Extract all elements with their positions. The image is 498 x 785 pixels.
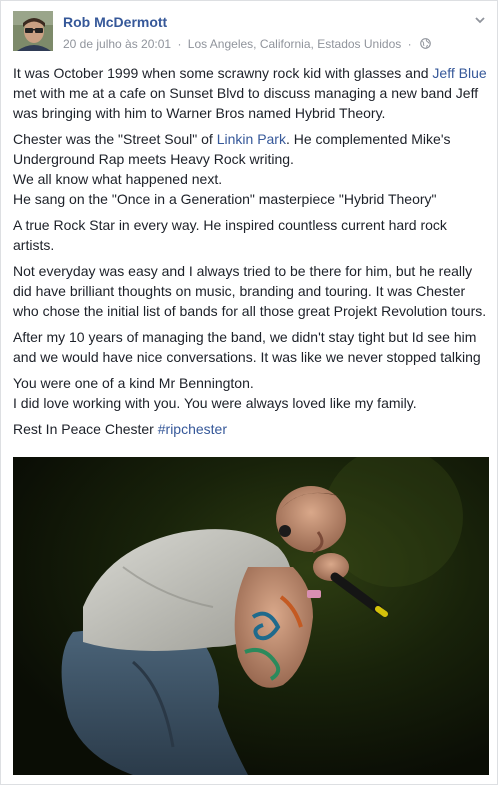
post-photo[interactable]: [13, 457, 489, 775]
avatar[interactable]: [13, 11, 53, 51]
concert-photo-illustration: [13, 457, 489, 775]
meta-separator: ·: [407, 37, 412, 51]
paragraph-text: Rest In Peace Chester: [13, 421, 158, 437]
globe-icon[interactable]: [420, 38, 431, 49]
post-date[interactable]: 20 de julho às 20:01: [63, 37, 171, 51]
paragraph: After my 10 years of managing the band, …: [13, 329, 481, 365]
avatar-photo: [13, 11, 53, 51]
paragraph-text: You were one of a kind Mr Bennington.: [13, 375, 254, 391]
paragraph-text: He sang on the "Once in a Generation" ma…: [13, 191, 437, 207]
post-header: Rob McDermott 20 de julho às 20:01 · Los…: [13, 11, 487, 55]
paragraph: It was October 1999 when some scrawny ro…: [13, 63, 487, 123]
paragraph-text: Chester was the "Street Soul" of: [13, 131, 217, 147]
post-location[interactable]: Los Angeles, California, Estados Unidos: [188, 37, 401, 51]
paragraph-text: met with me at a cafe on Sunset Blvd to …: [13, 85, 479, 121]
post-meta: 20 de julho às 20:01 · Los Angeles, Cali…: [63, 37, 431, 51]
mention-linkin-park-link[interactable]: Linkin Park: [217, 131, 286, 147]
paragraph-text: I did love working with you. You were al…: [13, 395, 417, 411]
paragraph-text: It was October 1999 when some scrawny ro…: [13, 65, 433, 81]
paragraph: A true Rock Star in every way. He inspir…: [13, 217, 447, 253]
chevron-down-icon[interactable]: [473, 13, 487, 27]
paragraph: Not everyday was easy and I always tried…: [13, 263, 487, 319]
mention-jeff-blue-link[interactable]: Jeff Blue: [432, 65, 486, 81]
paragraph-text: We all know what happened next.: [13, 171, 223, 187]
meta-separator: ·: [177, 37, 182, 51]
paragraph: Rest In Peace Chester #ripchester: [13, 419, 487, 439]
paragraph: Chester was the "Street Soul" of Linkin …: [13, 129, 487, 209]
post-text: It was October 1999 when some scrawny ro…: [13, 63, 487, 445]
hashtag-link[interactable]: #ripchester: [158, 421, 227, 437]
author-name-link[interactable]: Rob McDermott: [63, 14, 167, 30]
paragraph: You were one of a kind Mr Bennington. I …: [13, 373, 487, 413]
facebook-post: Rob McDermott 20 de julho às 20:01 · Los…: [0, 0, 498, 785]
